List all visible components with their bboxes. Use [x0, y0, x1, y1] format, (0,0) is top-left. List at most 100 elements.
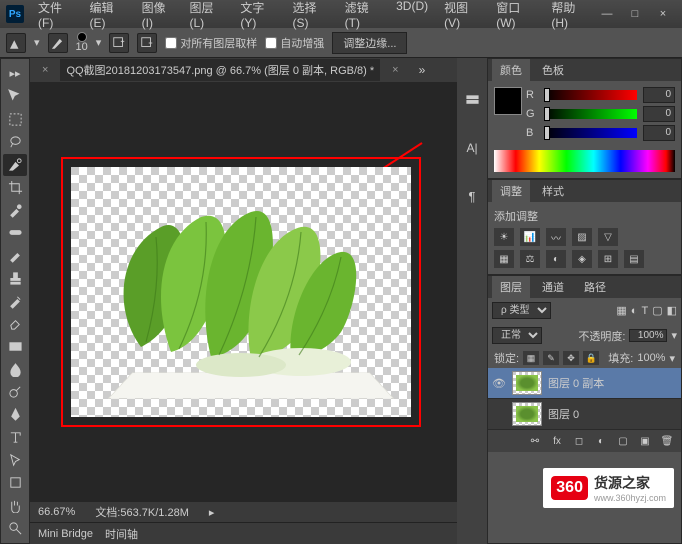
adjustments-tab[interactable]: 调整	[492, 180, 530, 202]
bw-icon[interactable]: ◐	[546, 250, 566, 268]
layers-tab[interactable]: 图层	[492, 276, 530, 298]
subtract-selection-icon[interactable]	[137, 33, 157, 53]
visibility-icon[interactable]: 👁	[492, 377, 506, 390]
layer-name[interactable]: 图层 0	[548, 406, 579, 422]
mixer-icon[interactable]: ⊞	[598, 250, 618, 268]
minibridge-tab[interactable]: Mini Bridge	[38, 528, 93, 540]
paths-tab[interactable]: 路径	[576, 276, 614, 298]
b-slider[interactable]	[544, 128, 637, 138]
g-value[interactable]: 0	[643, 106, 675, 122]
pen-tool[interactable]	[3, 404, 27, 426]
quick-select-tool[interactable]	[3, 154, 27, 176]
fill-value[interactable]: 100%	[637, 352, 665, 364]
hand-tool[interactable]	[3, 495, 27, 517]
new-layer-icon[interactable]: ▣	[637, 433, 653, 449]
sample-all-layers-checkbox[interactable]: 对所有图层取样	[165, 35, 257, 51]
layer-row[interactable]: 图层 0	[488, 399, 681, 430]
layer-thumb[interactable]	[512, 371, 542, 395]
blend-mode-select[interactable]: 正常	[492, 327, 542, 344]
status-arrow-icon[interactable]: ▸	[209, 506, 215, 519]
tool-preset-icon[interactable]	[6, 33, 26, 53]
close-button[interactable]: ×	[650, 5, 676, 23]
minimize-button[interactable]: —	[594, 5, 620, 23]
refine-edge-button[interactable]: 调整边缘...	[332, 32, 407, 54]
filter-shape-icon[interactable]: ▢	[652, 304, 662, 317]
filter-pixel-icon[interactable]: ▦	[616, 304, 626, 317]
history-brush-tool[interactable]	[3, 290, 27, 312]
fill-adj-icon[interactable]: ◐	[593, 433, 609, 449]
history-panel-icon[interactable]	[460, 88, 484, 112]
dropdown-icon[interactable]: ▾	[96, 36, 102, 49]
filter-smart-icon[interactable]: ◧	[667, 304, 677, 317]
levels-icon[interactable]: 📊	[520, 228, 540, 246]
r-value[interactable]: 0	[643, 87, 675, 103]
spectrum-bar[interactable]	[494, 150, 675, 172]
layer-name[interactable]: 图层 0 副本	[548, 375, 604, 391]
menu-layer[interactable]: 图层(L)	[184, 0, 231, 33]
paragraph-panel-icon[interactable]: ¶	[460, 184, 484, 208]
menu-window[interactable]: 窗口(W)	[490, 0, 541, 33]
heal-tool[interactable]	[3, 222, 27, 244]
dropdown-icon[interactable]: ▾	[34, 36, 40, 49]
tab-close-icon[interactable]: ×	[388, 64, 402, 76]
menu-type[interactable]: 文字(Y)	[234, 0, 282, 33]
swatches-tab[interactable]: 色板	[534, 59, 572, 81]
curves-icon[interactable]: 〰	[546, 228, 566, 246]
exposure-icon[interactable]: ▨	[572, 228, 592, 246]
link-icon[interactable]: ⚯	[527, 433, 543, 449]
mask-icon[interactable]: ◻	[571, 433, 587, 449]
r-slider[interactable]	[544, 90, 637, 100]
filter-type-select[interactable]: ρ 类型	[492, 302, 551, 319]
styles-tab[interactable]: 样式	[534, 180, 572, 202]
g-slider[interactable]	[544, 109, 637, 119]
menu-help[interactable]: 帮助(H)	[545, 0, 594, 33]
b-value[interactable]: 0	[643, 125, 675, 141]
marquee-tool[interactable]	[3, 108, 27, 130]
brush-icon[interactable]	[48, 33, 68, 53]
brightness-icon[interactable]: ☀	[494, 228, 514, 246]
move-tool[interactable]	[3, 86, 27, 108]
add-selection-icon[interactable]	[109, 33, 129, 53]
lock-all-icon[interactable]: 🔒	[583, 351, 599, 365]
menu-filter[interactable]: 滤镜(T)	[339, 0, 387, 33]
opacity-value[interactable]: 100%	[629, 329, 667, 342]
lock-pixels-icon[interactable]: ✎	[543, 351, 559, 365]
zoom-tool[interactable]	[3, 517, 27, 539]
fx-icon[interactable]: fx	[549, 433, 565, 449]
foreground-swatch[interactable]	[494, 87, 522, 115]
filter-type-icon[interactable]: T	[641, 305, 648, 317]
brush-size[interactable]: 10	[76, 32, 88, 53]
path-select-tool[interactable]	[3, 449, 27, 471]
crop-tool[interactable]	[3, 177, 27, 199]
tab-close-icon[interactable]: ×	[38, 64, 52, 76]
document-tab[interactable]: QQ截图20181203173547.png @ 66.7% (图层 0 副本,…	[60, 59, 380, 81]
balance-icon[interactable]: ⚖	[520, 250, 540, 268]
vibrance-icon[interactable]: ▽	[598, 228, 618, 246]
canvas[interactable]	[71, 167, 411, 417]
shape-tool[interactable]	[3, 472, 27, 494]
lock-position-icon[interactable]: ✥	[563, 351, 579, 365]
eraser-tool[interactable]	[3, 313, 27, 335]
dodge-tool[interactable]	[3, 381, 27, 403]
type-tool[interactable]	[3, 427, 27, 449]
brush-tool[interactable]	[3, 245, 27, 267]
menu-image[interactable]: 图像(I)	[136, 0, 180, 33]
tab-overflow-icon[interactable]: »	[419, 63, 426, 77]
eyedropper-tool[interactable]	[3, 199, 27, 221]
layer-row[interactable]: 👁 图层 0 副本	[488, 368, 681, 399]
maximize-button[interactable]: □	[622, 5, 648, 23]
blur-tool[interactable]	[3, 358, 27, 380]
canvas-area[interactable]	[30, 82, 457, 502]
color-tab[interactable]: 颜色	[492, 59, 530, 81]
doc-info[interactable]: 文档:563.7K/1.28M	[95, 504, 189, 520]
menu-view[interactable]: 视图(V)	[438, 0, 486, 33]
layer-thumb[interactable]	[512, 402, 542, 426]
menu-edit[interactable]: 编辑(E)	[84, 0, 132, 33]
auto-enhance-checkbox[interactable]: 自动增强	[265, 35, 324, 51]
timeline-tab[interactable]: 时间轴	[105, 526, 138, 542]
photo-filter-icon[interactable]: ◈	[572, 250, 592, 268]
stamp-tool[interactable]	[3, 267, 27, 289]
filter-adj-icon[interactable]: ◐	[631, 305, 638, 317]
menu-file[interactable]: 文件(F)	[32, 0, 80, 33]
lock-transparent-icon[interactable]: ▦	[523, 351, 539, 365]
